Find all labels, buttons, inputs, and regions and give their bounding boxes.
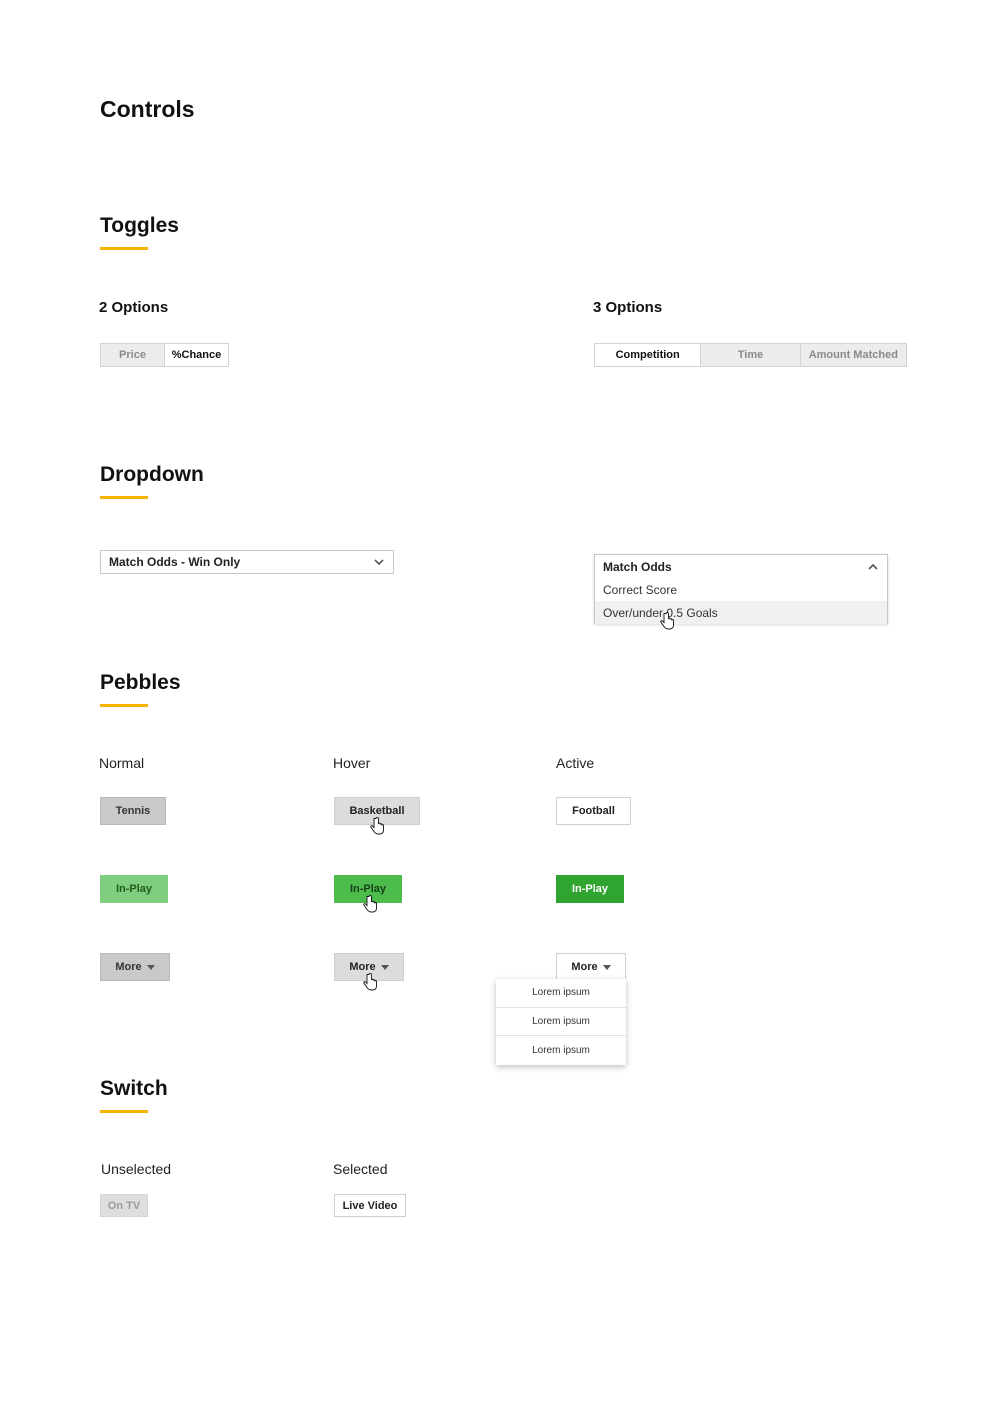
toggle-2-title: 2 Options <box>99 299 169 316</box>
state-label-hover: Hover <box>333 755 371 771</box>
market-dropdown-open: Match Odds Correct Score Over/under 0.5 … <box>594 554 888 624</box>
switch-live-video[interactable]: Live Video <box>334 1194 406 1217</box>
market-dropdown[interactable]: Match Odds - Win Only <box>100 550 394 574</box>
toggle-3-options: Competition Time Amount Matched <box>594 343 907 367</box>
toggle-2-options: Price %Chance <box>100 343 229 367</box>
chevron-up-icon <box>868 563 878 570</box>
section-underline <box>100 1110 148 1113</box>
pebble-more-normal[interactable]: More <box>100 953 170 981</box>
dropdown-selected-label: Match Odds <box>603 559 672 574</box>
toggle-option-price[interactable]: Price <box>101 344 165 366</box>
toggle-option-time[interactable]: Time <box>701 344 801 366</box>
dropdown-option[interactable]: Correct Score <box>595 578 887 601</box>
chevron-down-icon <box>374 559 384 566</box>
more-menu: Lorem ipsum Lorem ipsum Lorem ipsum <box>496 979 626 1065</box>
hand-cursor-icon <box>660 612 674 630</box>
caret-down-icon <box>146 964 155 970</box>
state-label-active: Active <box>556 755 595 771</box>
caret-down-icon <box>380 964 389 970</box>
pebble-more-label: More <box>349 961 376 973</box>
hand-cursor-icon <box>363 973 377 991</box>
pebble-inplay-normal[interactable]: In-Play <box>100 875 168 903</box>
toggle-option-competition[interactable]: Competition <box>595 344 702 366</box>
section-underline <box>100 247 148 250</box>
pebble-more-label: More <box>115 961 142 973</box>
pebble-tennis[interactable]: Tennis <box>100 797 166 825</box>
dropdown-selected[interactable]: Match Odds <box>595 555 887 578</box>
pebble-more-active[interactable]: More <box>556 953 626 981</box>
toggle-option-chance[interactable]: %Chance <box>165 344 228 366</box>
section-title-switch: Switch <box>100 1077 168 1100</box>
dropdown-option-hovered[interactable]: Over/under 0.5 Goals <box>595 601 887 624</box>
dropdown-value: Match Odds - Win Only <box>109 555 241 569</box>
section-title-pebbles: Pebbles <box>100 671 181 694</box>
section-title-dropdown: Dropdown <box>100 463 204 486</box>
pebble-more-label: More <box>571 961 598 973</box>
menu-item[interactable]: Lorem ipsum <box>496 979 626 1008</box>
switch-on-tv[interactable]: On TV <box>100 1194 148 1217</box>
hand-cursor-icon <box>363 895 377 913</box>
toggle-option-amount-matched[interactable]: Amount Matched <box>800 344 906 366</box>
switch-state-selected: Selected <box>333 1161 388 1177</box>
section-title-toggles: Toggles <box>100 214 179 237</box>
pebble-football[interactable]: Football <box>556 797 631 825</box>
section-underline <box>100 496 148 499</box>
toggle-3-title: 3 Options <box>593 299 663 316</box>
state-label-normal: Normal <box>99 755 145 771</box>
caret-down-icon <box>602 964 611 970</box>
menu-item[interactable]: Lorem ipsum <box>496 1036 626 1065</box>
pebble-inplay-active[interactable]: In-Play <box>556 875 624 903</box>
menu-item[interactable]: Lorem ipsum <box>496 1008 626 1036</box>
hand-cursor-icon <box>370 817 384 835</box>
section-underline <box>100 704 148 707</box>
page-title: Controls <box>100 96 195 122</box>
switch-state-unselected: Unselected <box>101 1161 172 1177</box>
